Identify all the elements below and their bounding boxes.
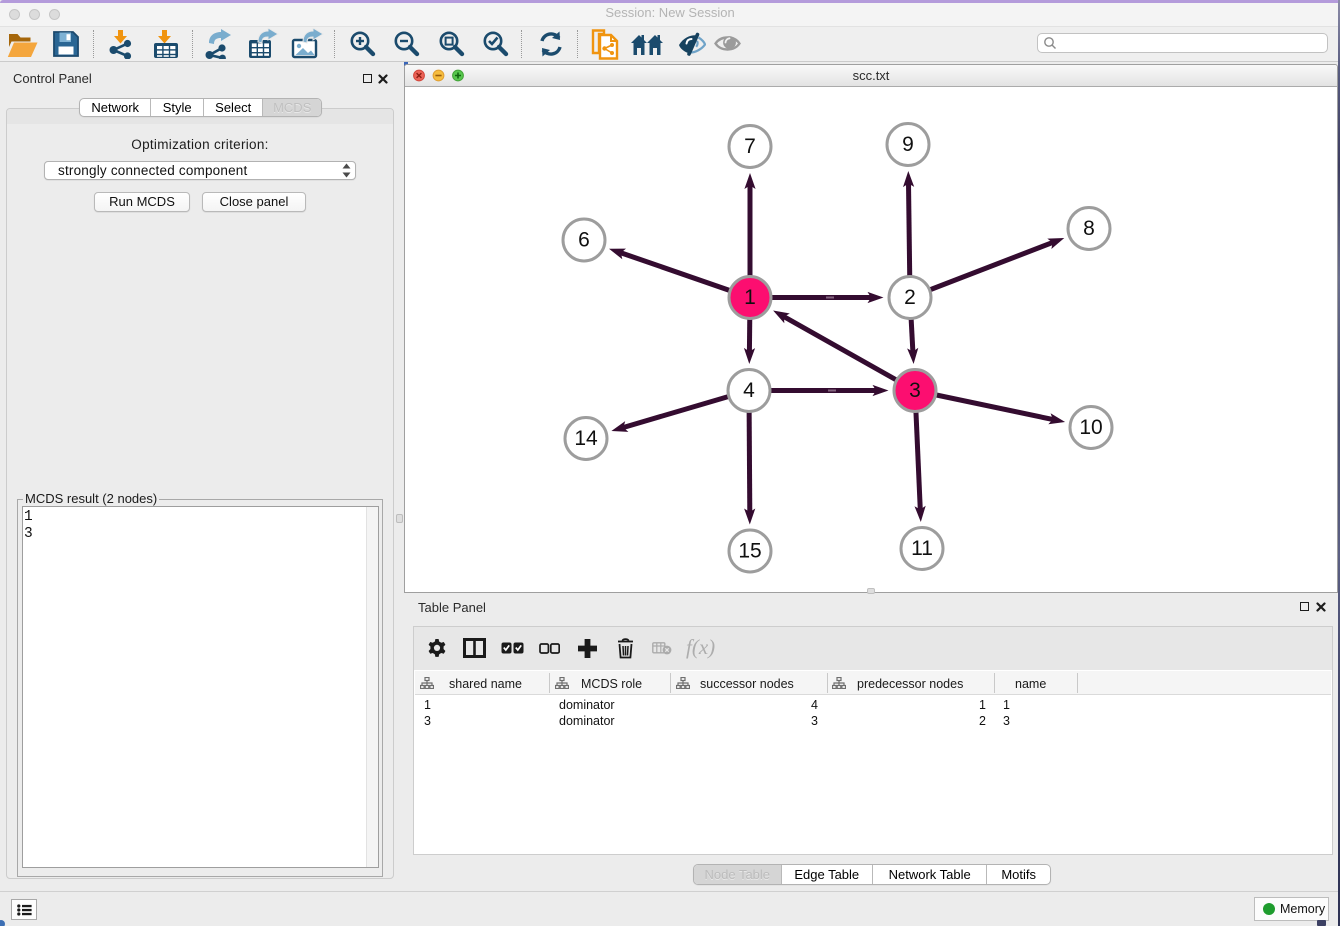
svg-text:10: 10 <box>1079 416 1102 439</box>
svg-text:6: 6 <box>578 229 590 252</box>
svg-text:9: 9 <box>902 133 914 156</box>
svg-text:11: 11 <box>911 537 933 560</box>
svg-text:1: 1 <box>744 286 756 309</box>
svg-text:7: 7 <box>744 135 756 158</box>
svg-text:14: 14 <box>574 427 598 450</box>
svg-text:4: 4 <box>743 379 755 402</box>
svg-text:8: 8 <box>1083 217 1095 240</box>
svg-text:15: 15 <box>738 540 761 563</box>
svg-text:2: 2 <box>904 286 916 309</box>
svg-text:3: 3 <box>909 379 921 402</box>
